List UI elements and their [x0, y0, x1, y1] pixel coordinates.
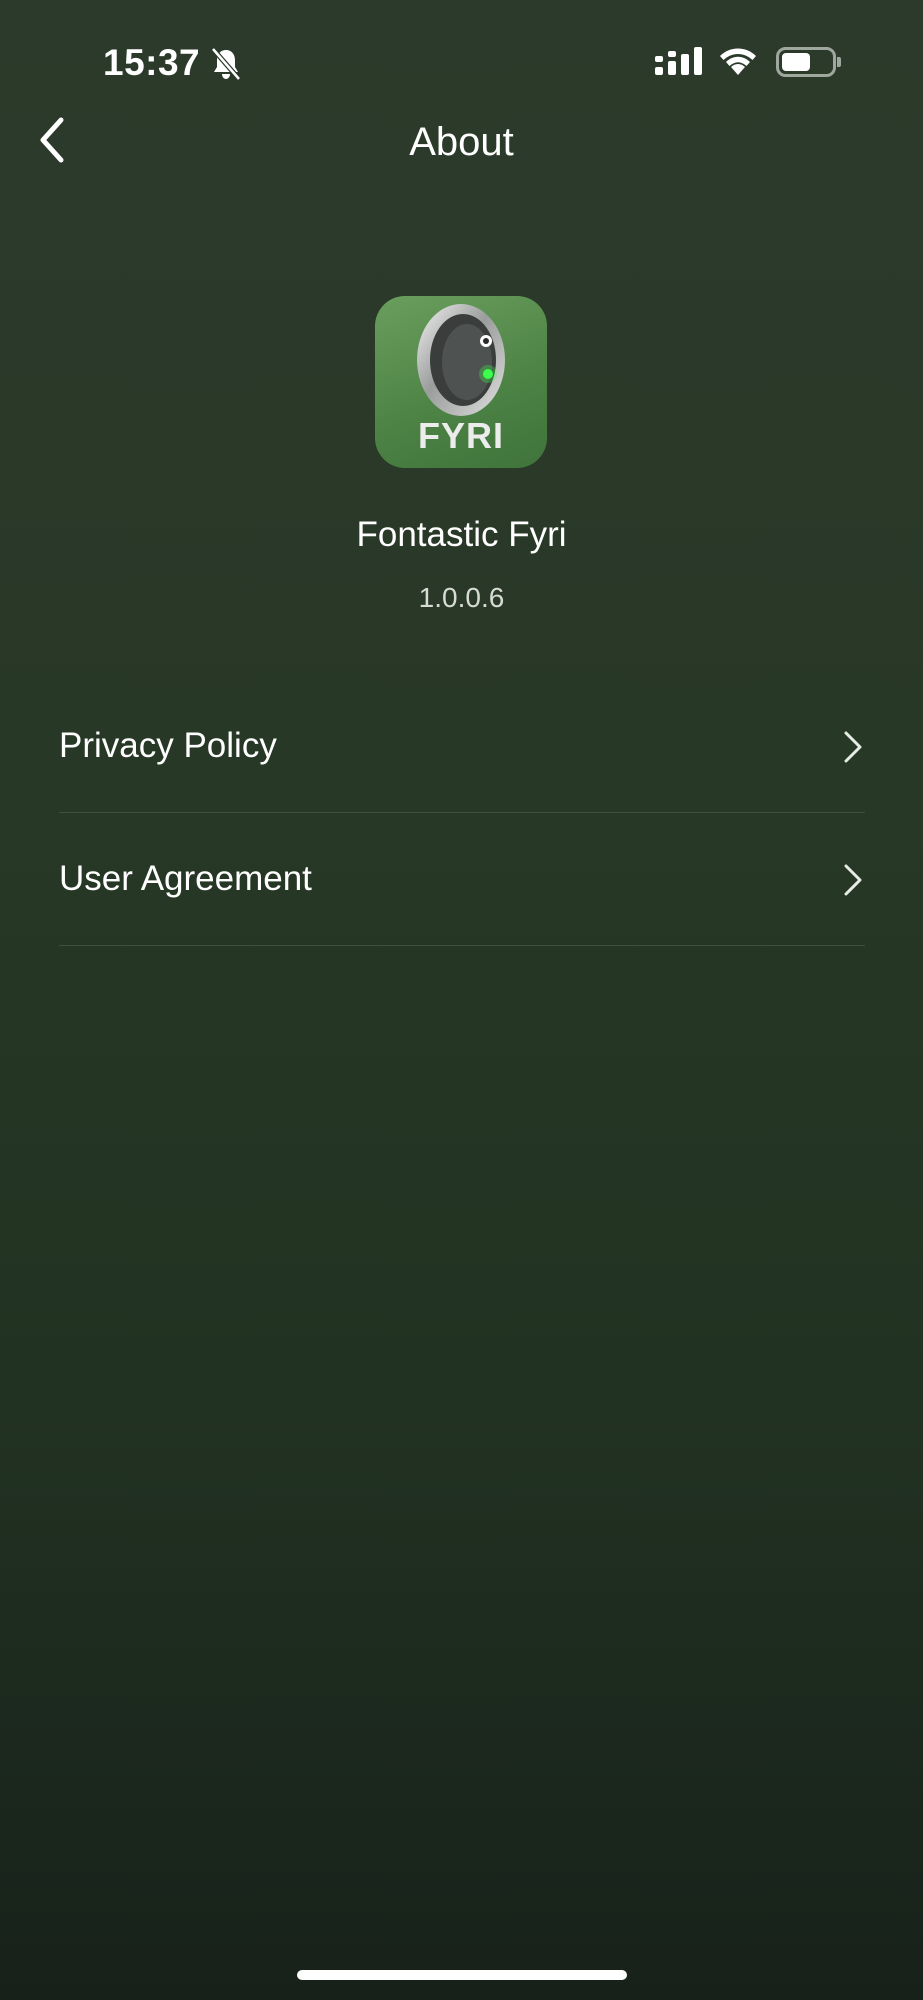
bell-slash-icon [210, 47, 242, 81]
app-name: Fontastic Fyri [356, 515, 567, 554]
home-indicator[interactable] [297, 1970, 627, 1980]
status-time: 15:37 [103, 42, 201, 83]
menu-item-label: User Agreement [59, 859, 312, 898]
app-icon: FYRI [375, 296, 547, 468]
status-bar: 15:37 [0, 0, 923, 120]
chevron-right-icon [841, 730, 865, 764]
app-icon-label: FYRI [417, 415, 504, 456]
page-title: About [409, 120, 514, 164]
chevron-right-icon [841, 863, 865, 897]
wifi-icon [717, 45, 759, 79]
user-agreement-item[interactable]: User Agreement [59, 813, 865, 946]
battery-icon [776, 47, 842, 77]
app-version: 1.0.0.6 [418, 582, 505, 613]
menu-list: Privacy Policy User Agreement [59, 680, 865, 946]
nav-bar: About [0, 110, 923, 174]
menu-item-label: Privacy Policy [59, 726, 277, 765]
cellular-signal-icon [655, 45, 703, 79]
privacy-policy-item[interactable]: Privacy Policy [59, 680, 865, 813]
